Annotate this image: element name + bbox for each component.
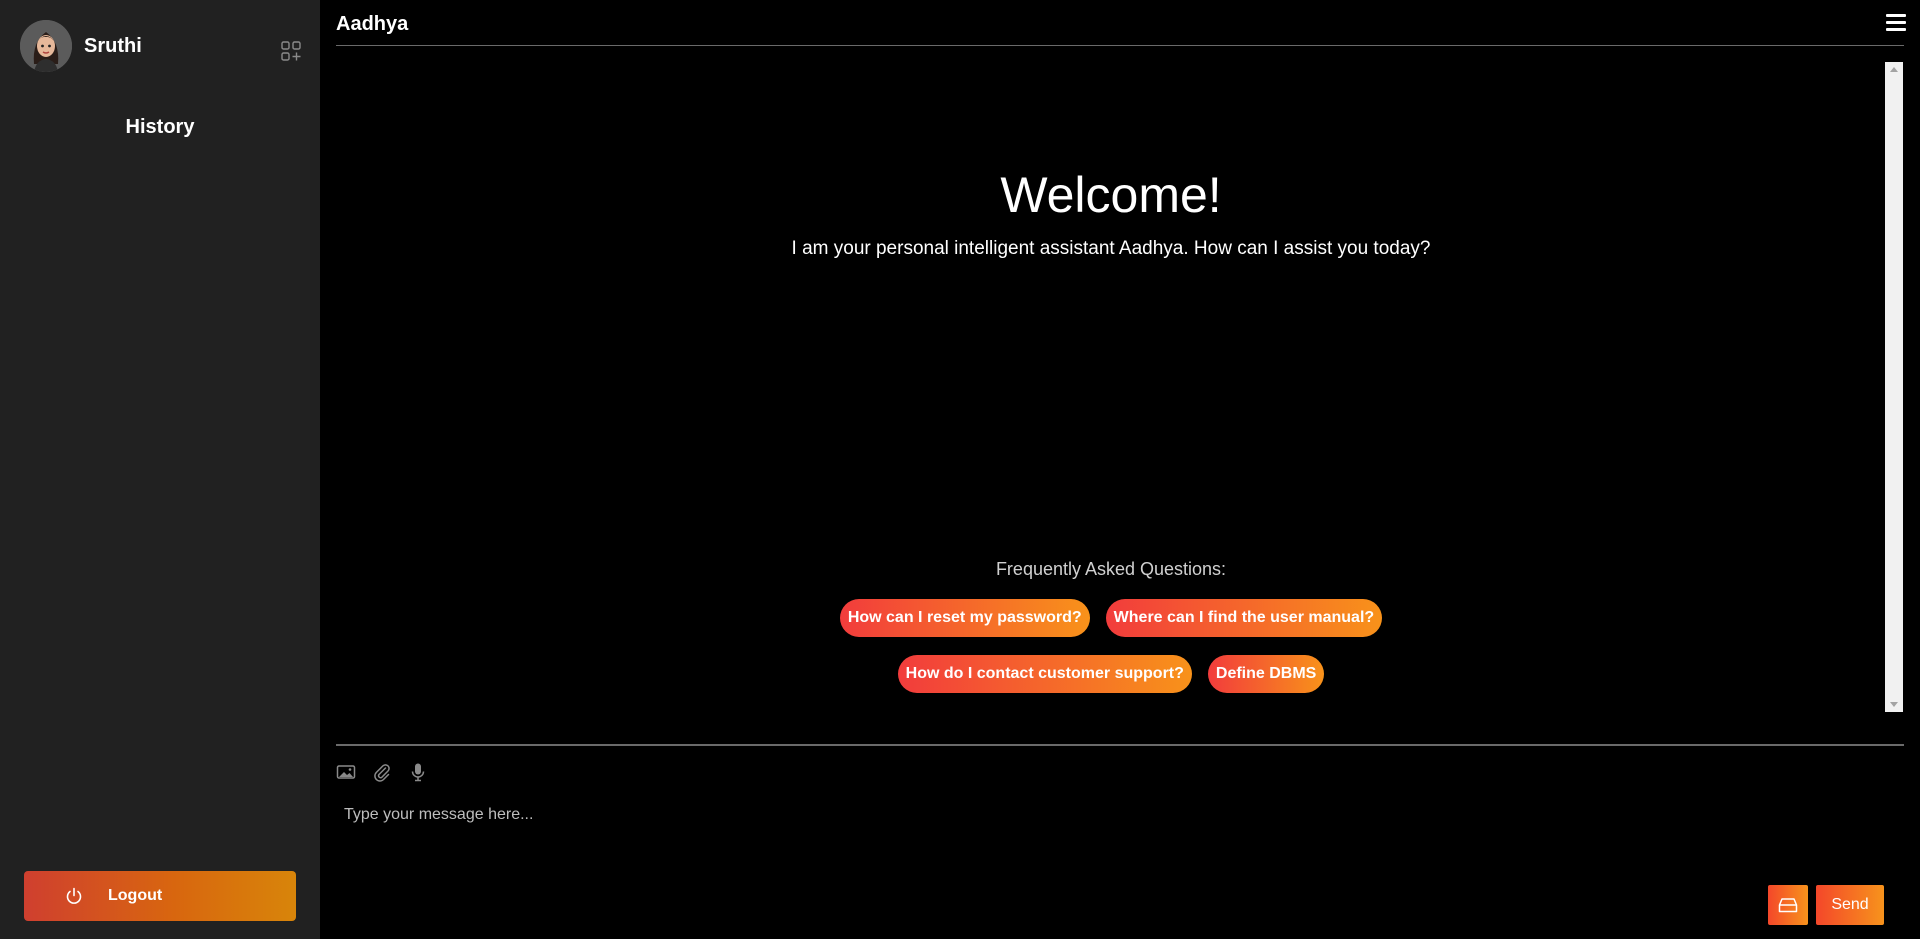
welcome-heading: Welcome! [1000, 167, 1222, 223]
hamburger-icon[interactable] [1886, 14, 1906, 32]
logout-button[interactable]: Logout [24, 871, 296, 921]
logout-label: Logout [108, 887, 163, 904]
chat-scrollbar[interactable] [1885, 62, 1903, 712]
composer-divider [336, 744, 1904, 746]
intro-text: I am your personal intelligent assistant… [791, 238, 1431, 259]
send-button[interactable]: Send [1816, 885, 1884, 925]
composer-tools [336, 762, 428, 782]
avatar [20, 20, 72, 72]
archive-icon [1778, 898, 1798, 913]
faq-chip-define-dbms[interactable]: Define DBMS [1207, 655, 1325, 693]
faq-row: How can I reset my password? Where can I… [336, 599, 1886, 637]
message-input[interactable] [336, 800, 1904, 830]
microphone-icon[interactable] [408, 762, 428, 782]
archive-button[interactable] [1768, 885, 1808, 925]
faq-chip-user-manual[interactable]: Where can I find the user manual? [1105, 599, 1383, 637]
scroll-up-arrow-icon[interactable] [1890, 67, 1898, 72]
app-title: Aadhya [336, 13, 409, 35]
paperclip-icon[interactable] [372, 762, 392, 782]
scroll-down-arrow-icon[interactable] [1890, 702, 1898, 707]
faq-chip-reset-password[interactable]: How can I reset my password? [839, 599, 1090, 637]
scrollbar-thumb[interactable] [1887, 76, 1901, 698]
chat-area: Welcome! I am your personal intelligent … [336, 62, 1886, 712]
image-icon[interactable] [336, 762, 356, 782]
history-title: History [125, 116, 195, 138]
user-profile: Sruthi [20, 20, 142, 72]
faq-chip-contact-support[interactable]: How do I contact customer support? [897, 655, 1192, 693]
sidebar: Sruthi History Logout [0, 0, 320, 939]
faq-row: How do I contact customer support? Defin… [336, 655, 1886, 693]
faq-title: Frequently Asked Questions: [995, 559, 1227, 579]
username: Sruthi [84, 34, 142, 57]
power-icon [66, 887, 82, 904]
grid-plus-icon[interactable] [280, 40, 302, 62]
header: Aadhya [336, 0, 1906, 46]
